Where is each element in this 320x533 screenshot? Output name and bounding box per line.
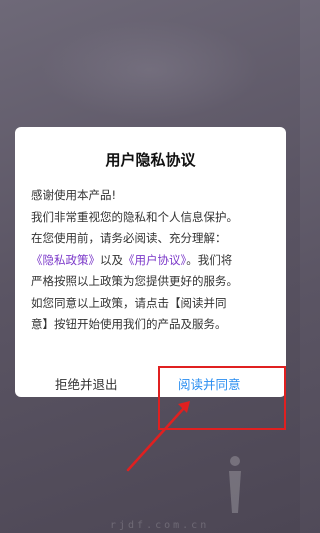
decline-button[interactable]: 拒绝并退出	[55, 374, 118, 393]
body-line-2: 我们非常重视您的隐私和个人信息保护。	[31, 209, 238, 224]
body-line-4-mid: 以及	[100, 252, 123, 267]
dialog-body: 感谢使用本产品! 我们非常重视您的隐私和个人信息保护。 在您使用前，请务必阅读、…	[31, 185, 275, 336]
i-logo-icon	[229, 456, 241, 513]
privacy-policy-link[interactable]: 《隐私政策》	[31, 253, 100, 267]
user-agreement-link[interactable]: 《用户协议》	[123, 253, 186, 267]
accept-button[interactable]: 阅读并同意	[178, 374, 241, 393]
privacy-dialog: 用户隐私协议 感谢使用本产品! 我们非常重视您的隐私和个人信息保护。 在您使用前…	[15, 127, 286, 397]
body-line-3: 在您使用前，请务必阅读、充分理解：	[31, 231, 227, 245]
body-line-7: 意】按钮开始使用我们的产品及服务。	[31, 317, 227, 331]
body-line-6: 如您同意以上政策，请点击【阅读并同	[31, 295, 227, 310]
body-line-1: 感谢使用本产品!	[31, 188, 117, 202]
arrow-shaft	[126, 406, 186, 472]
background-glow	[40, 20, 260, 120]
watermark-text: rjdf.com.cn	[110, 520, 210, 531]
body-line-5: 严格按照以上政策为您提供更好的服务。	[31, 274, 238, 288]
arrow-head	[178, 401, 190, 413]
body-line-4-end: 。我们将	[186, 252, 233, 267]
dialog-title: 用户隐私协议	[105, 151, 196, 169]
body-line-4: 《隐私政策》以及《用户协议》。我们将	[31, 250, 275, 272]
